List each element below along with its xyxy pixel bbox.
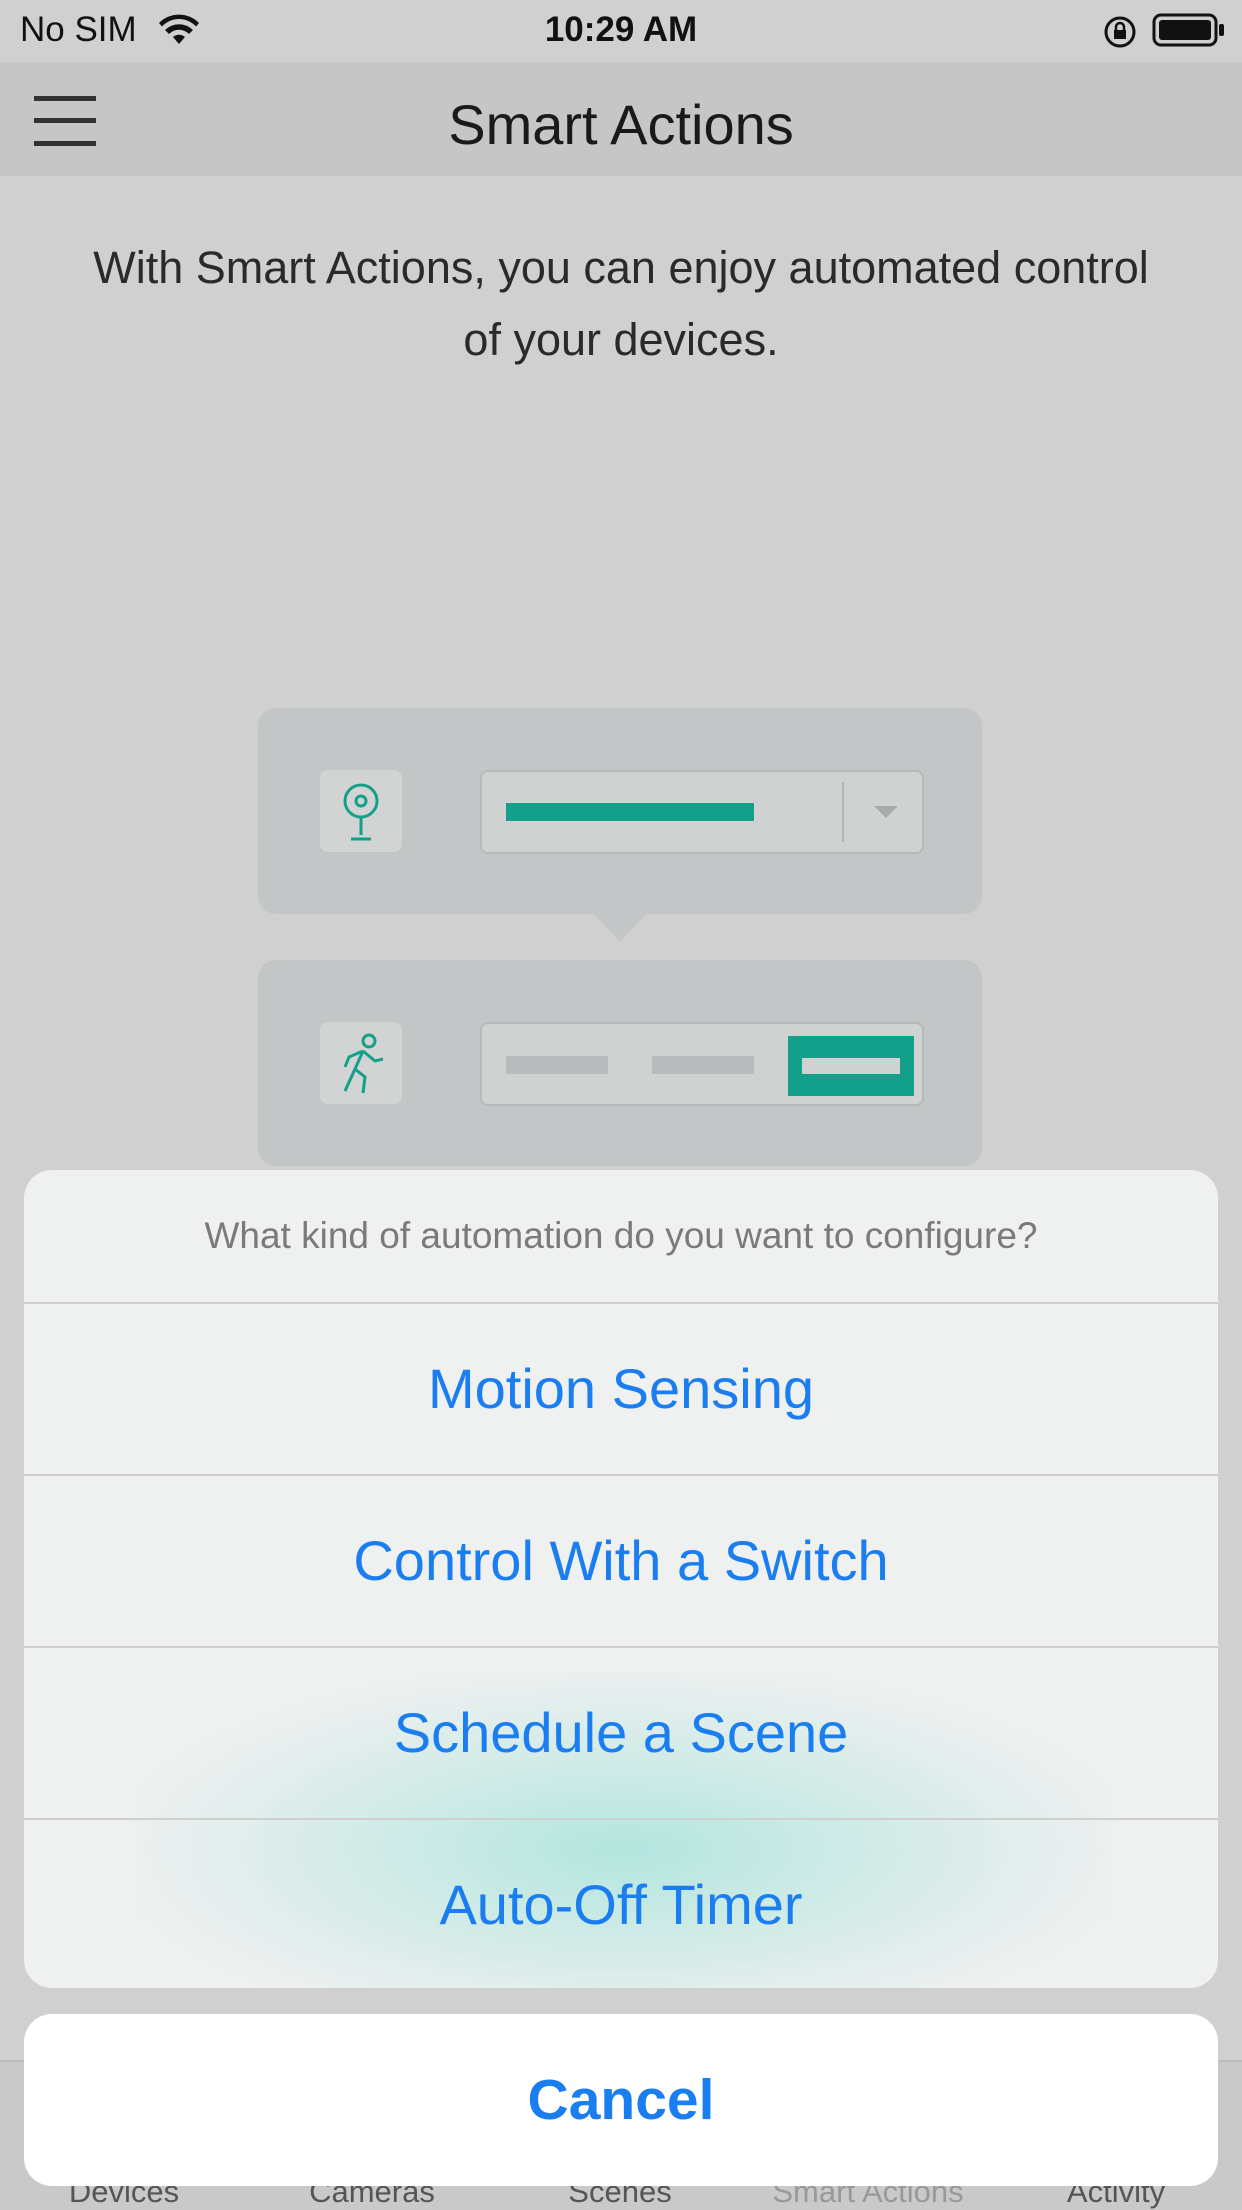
illustration-pointer [592, 912, 648, 942]
walking-person-icon [320, 1022, 402, 1104]
option-motion-sensing[interactable]: Motion Sensing [24, 1302, 1218, 1474]
cancel-button[interactable]: Cancel [24, 2014, 1218, 2186]
option-schedule-scene[interactable]: Schedule a Scene [24, 1646, 1218, 1818]
illustration-segment [506, 1056, 608, 1074]
nav-bar: Smart Actions [0, 62, 1242, 176]
clock: 10:29 AM [544, 10, 698, 49]
rotation-lock-icon [1102, 14, 1138, 55]
status-bar: No SIM 10:29 AM [0, 0, 1242, 62]
intro-text: With Smart Actions, you can enjoy automa… [93, 242, 1149, 365]
action-sheet-question: What kind of automation do you want to c… [204, 1215, 1038, 1256]
dropdown-divider [842, 782, 844, 842]
battery-icon [1152, 13, 1226, 52]
illustration-value-bar [506, 803, 754, 821]
illustration-selected-segment [788, 1036, 914, 1096]
option-auto-off-timer[interactable]: Auto-Off Timer [24, 1818, 1218, 1988]
option-control-with-switch[interactable]: Control With a Switch [24, 1474, 1218, 1646]
illustration-trigger-card [258, 708, 982, 914]
illustration-action-card [258, 960, 982, 1166]
illustration-segment [652, 1056, 754, 1074]
action-sheet: What kind of automation do you want to c… [24, 1170, 1218, 1988]
page-title: Smart Actions [448, 93, 794, 156]
camera-icon [320, 770, 402, 852]
illustration-segmented-control [480, 1022, 924, 1106]
chevron-down-icon [874, 806, 898, 818]
illustration-dropdown [480, 770, 924, 854]
